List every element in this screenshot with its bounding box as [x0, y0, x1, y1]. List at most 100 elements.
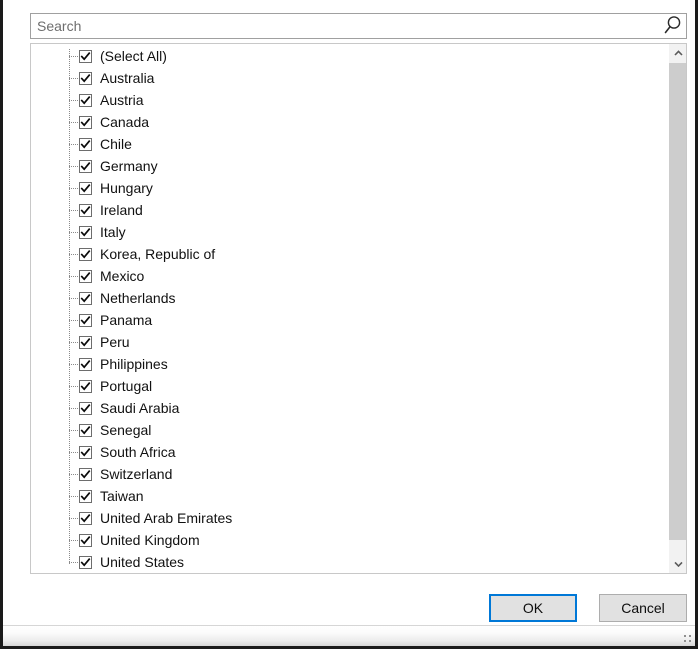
list-item-label: Germany	[100, 158, 158, 174]
resize-grip-icon[interactable]	[681, 632, 691, 642]
list-item-label: Ireland	[100, 202, 143, 218]
list-item[interactable]: Panama	[31, 309, 668, 331]
list-item[interactable]: Canada	[31, 111, 668, 133]
filter-value-picker-dialog: (Select All) Australia Austria Canada Chile G…	[0, 0, 698, 649]
tree-elbow-line	[69, 122, 79, 123]
list-item-label: Canada	[100, 114, 150, 130]
scrollbar-thumb[interactable]	[669, 63, 686, 540]
list-item[interactable]: Peru	[31, 331, 668, 353]
ok-button[interactable]: OK	[489, 594, 577, 622]
checkbox-checked-icon[interactable]	[79, 533, 92, 547]
list-item-label: United States	[100, 554, 185, 570]
checkbox-checked-icon[interactable]	[79, 313, 92, 327]
list-item[interactable]: Hungary	[31, 177, 668, 199]
list-item[interactable]: Taiwan	[31, 485, 668, 507]
tree-elbow-line	[69, 144, 79, 145]
list-scrollbar[interactable]	[668, 44, 686, 573]
list-item[interactable]: Germany	[31, 155, 668, 177]
scroll-up-button[interactable]	[669, 44, 686, 62]
checkbox-checked-icon[interactable]	[79, 115, 92, 129]
value-list-box[interactable]: (Select All) Australia Austria Canada Chile G…	[30, 43, 687, 574]
list-item-label: Australia	[100, 70, 155, 86]
checkbox-checked-icon[interactable]	[79, 489, 92, 503]
list-item[interactable]: Philippines	[31, 353, 668, 375]
list-item[interactable]: Korea, Republic of	[31, 243, 668, 265]
list-item-label: Hungary	[100, 180, 153, 196]
list-item[interactable]: United Arab Emirates	[31, 507, 668, 529]
list-item-label: Panama	[100, 312, 153, 328]
list-item[interactable]: Ireland	[31, 199, 668, 221]
tree-elbow-line	[69, 320, 79, 321]
checkbox-checked-icon[interactable]	[79, 203, 92, 217]
list-item-label: Netherlands	[100, 290, 176, 306]
list-item[interactable]: United Kingdom	[31, 529, 668, 551]
tree-elbow-line	[69, 254, 79, 255]
list-item-label: Italy	[100, 224, 126, 240]
checkbox-checked-icon[interactable]	[79, 445, 92, 459]
tree-elbow-line	[69, 364, 79, 365]
dialog-button-row: OK Cancel	[30, 594, 687, 622]
search-input[interactable]	[30, 13, 687, 39]
list-item-label: United Kingdom	[100, 532, 200, 548]
list-item[interactable]: Australia	[31, 67, 668, 89]
checkbox-checked-icon[interactable]	[79, 181, 92, 195]
list-item[interactable]: Senegal	[31, 419, 668, 441]
list-item[interactable]: South Africa	[31, 441, 668, 463]
checkbox-checked-icon[interactable]	[79, 269, 92, 283]
checkbox-checked-icon[interactable]	[79, 71, 92, 85]
list-item[interactable]: Chile	[31, 133, 668, 155]
checkbox-checked-icon[interactable]	[79, 555, 92, 569]
tree-elbow-line	[69, 298, 79, 299]
tree-elbow-line	[69, 166, 79, 167]
tree-elbow-line	[69, 562, 79, 563]
checkbox-checked-icon[interactable]	[79, 335, 92, 349]
checkbox-checked-icon[interactable]	[79, 379, 92, 393]
list-item[interactable]: Mexico	[31, 265, 668, 287]
checkbox-checked-icon[interactable]	[79, 467, 92, 481]
list-item-label: Korea, Republic of	[100, 246, 216, 262]
checkbox-checked-icon[interactable]	[79, 291, 92, 305]
scroll-down-button[interactable]	[669, 555, 686, 573]
tree-elbow-line	[69, 342, 79, 343]
tree-elbow-line	[69, 474, 79, 475]
tree-elbow-line	[69, 496, 79, 497]
checkbox-checked-icon[interactable]	[79, 357, 92, 371]
checkbox-checked-icon[interactable]	[79, 401, 92, 415]
list-item[interactable]: United States	[31, 551, 668, 573]
list-item-label: Chile	[100, 136, 132, 152]
cancel-button[interactable]: Cancel	[599, 594, 687, 622]
list-item[interactable]: Austria	[31, 89, 668, 111]
checkbox-checked-icon[interactable]	[79, 225, 92, 239]
value-list-viewport: (Select All) Australia Austria Canada Chile G…	[31, 44, 668, 573]
value-tree: (Select All) Australia Austria Canada Chile G…	[31, 45, 668, 573]
list-item[interactable]: Saudi Arabia	[31, 397, 668, 419]
status-bar	[3, 625, 695, 646]
checkbox-checked-icon[interactable]	[79, 93, 92, 107]
checkbox-checked-icon[interactable]	[79, 423, 92, 437]
tree-elbow-line	[69, 540, 79, 541]
tree-elbow-line	[69, 408, 79, 409]
checkbox-checked-icon[interactable]	[79, 159, 92, 173]
tree-elbow-line	[69, 430, 79, 431]
chevron-down-icon	[673, 561, 683, 567]
list-item-label: Saudi Arabia	[100, 400, 180, 416]
checkbox-checked-icon[interactable]	[79, 511, 92, 525]
tree-elbow-line	[69, 78, 79, 79]
checkbox-checked-icon[interactable]	[79, 247, 92, 261]
tree-elbow-line	[69, 518, 79, 519]
list-item-label: Peru	[100, 334, 130, 350]
list-item[interactable]: Switzerland	[31, 463, 668, 485]
list-item-label: Austria	[100, 92, 144, 108]
checkbox-checked-icon[interactable]	[79, 49, 92, 63]
list-item-label: (Select All)	[100, 48, 167, 64]
list-item[interactable]: Netherlands	[31, 287, 668, 309]
tree-elbow-line	[69, 100, 79, 101]
list-item-label: United Arab Emirates	[100, 510, 233, 526]
tree-elbow-line	[69, 276, 79, 277]
list-item-label: Portugal	[100, 378, 153, 394]
list-item[interactable]: Portugal	[31, 375, 668, 397]
checkbox-checked-icon[interactable]	[79, 137, 92, 151]
list-item[interactable]: Italy	[31, 221, 668, 243]
list-item-label: South Africa	[100, 444, 176, 460]
list-item[interactable]: (Select All)	[31, 45, 668, 67]
